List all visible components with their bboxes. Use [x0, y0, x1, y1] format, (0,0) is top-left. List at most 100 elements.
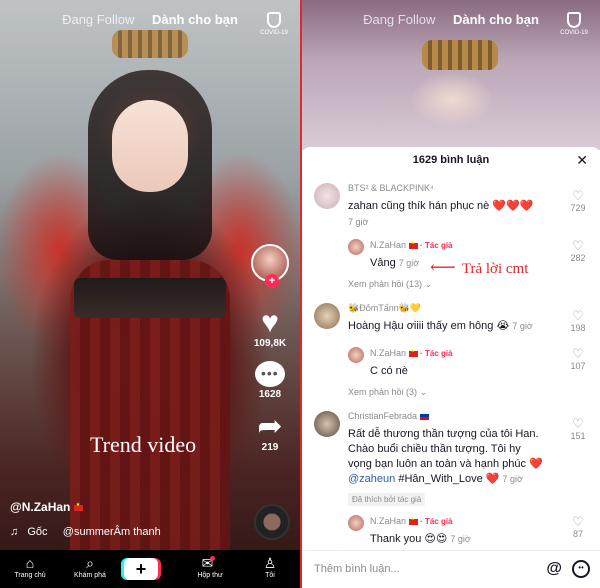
- music-note-icon: ♫: [10, 526, 19, 538]
- comment-username-text: ChristianFebrada: [348, 411, 418, 421]
- reply-like[interactable]: ♡ 87: [566, 514, 590, 540]
- comment-username[interactable]: 🐝ĐỏmTấnn🐝💛: [348, 303, 421, 314]
- reply-username[interactable]: N.ZaHan · Tác giả: [370, 348, 453, 358]
- vietnam-flag-icon: [408, 516, 418, 525]
- view-replies-text: Xem phản hồi (3): [348, 387, 418, 397]
- comments-title: 1629 bình luận: [412, 154, 490, 166]
- heart-outline-icon: ♡: [572, 514, 584, 529]
- view-replies-link[interactable]: Xem phản hồi (13) ⌄: [348, 279, 432, 290]
- comment-username[interactable]: BTS² & BLACKPINK⁴: [348, 183, 434, 193]
- covid-button[interactable]: COVID-19: [558, 12, 590, 36]
- comment-like[interactable]: ♡ 729: [566, 188, 590, 214]
- overlay-caption: Trend video: [90, 432, 197, 457]
- emoji-icon[interactable]: ••: [572, 560, 590, 578]
- heart-outline-icon: ♡: [572, 346, 584, 361]
- covid-label: COVID-19: [260, 30, 288, 36]
- video-feed-pane[interactable]: Đang Follow Dành cho bạn COVID-19 + ♥ 10…: [0, 0, 300, 588]
- reply-time: 7 giờ: [450, 534, 471, 544]
- comment-time: 7 giờ: [502, 474, 523, 484]
- nav-create[interactable]: +: [124, 554, 176, 580]
- author-tag: · Tác giả: [420, 349, 453, 358]
- nav-profile[interactable]: ♙ Tôi: [244, 554, 296, 579]
- avatar[interactable]: [348, 239, 364, 255]
- comment-like[interactable]: ♡ 151: [566, 417, 590, 442]
- reply-text: Thank you 😍😍 7 giờ: [370, 532, 471, 547]
- comment-line: vọng bạn luôn an toàn và hạnh phúc ❤️: [348, 458, 543, 470]
- heart-outline-icon: ♡: [572, 188, 584, 203]
- music-line[interactable]: ♫ Gốc @summerÂm thanh: [10, 526, 161, 538]
- notification-dot: [210, 556, 216, 561]
- comment-time: 7 giờ: [512, 321, 533, 331]
- video-crown-art: [422, 40, 498, 70]
- nav-profile-label: Tôi: [265, 572, 275, 579]
- comment-line: @zaheun #Hân_With_Love ❤️ 7 giờ: [348, 472, 558, 487]
- covid-button[interactable]: COVID-19: [258, 12, 290, 36]
- search-icon: ⌕: [86, 555, 94, 571]
- reply-text-body: Thank you 😍😍: [370, 533, 448, 545]
- video-crown-art: [112, 30, 188, 58]
- reply-username-text: N.ZaHan: [370, 240, 407, 250]
- comment-like-count: 151: [570, 431, 586, 441]
- nav-discover-label: Khám phá: [74, 572, 106, 579]
- music-source: Gốc: [27, 526, 48, 538]
- author-tag: · Tác giả: [420, 517, 453, 526]
- reply-like[interactable]: ♡ 107: [566, 346, 590, 372]
- nav-home[interactable]: ⌂ Trang chủ: [4, 554, 56, 579]
- feed-tabs: Đang Follow Dành cho bạn: [0, 12, 300, 27]
- creator-avatar[interactable]: +: [251, 244, 289, 288]
- reply-like-count: 282: [570, 253, 586, 263]
- video-author[interactable]: @N.ZaHan: [10, 500, 83, 514]
- vietnam-flag-icon: [73, 502, 83, 511]
- tab-for-you[interactable]: Dành cho bạn: [453, 12, 539, 27]
- reply-username-text: N.ZaHan: [370, 348, 407, 358]
- follow-plus-icon[interactable]: +: [265, 274, 279, 288]
- author-tag: · Tác giả: [420, 241, 453, 250]
- comment-icon[interactable]: •••: [255, 361, 285, 387]
- comment-input[interactable]: Thêm bình luận...: [314, 563, 400, 575]
- author-handle: @N.ZaHan: [10, 500, 71, 514]
- reply-text-body: Vâng: [370, 257, 396, 269]
- music-track: @summerÂm thanh: [62, 526, 161, 538]
- feed-tabs: Đang Follow Dành cho bạn: [302, 12, 600, 27]
- side-actions: + ♥ 109,8K ••• 1628 ➦ 219: [248, 244, 292, 465]
- comment-line: Chào buổi chiều thần tượng. Tôi hy: [348, 443, 521, 455]
- avatar[interactable]: [314, 183, 340, 209]
- video-face-art: [112, 100, 188, 192]
- reply-username[interactable]: N.ZaHan · Tác giả: [370, 240, 453, 250]
- comment-count: 1628: [258, 389, 282, 400]
- heart-outline-icon: ♡: [572, 308, 584, 323]
- reply-like[interactable]: ♡ 282: [566, 238, 590, 264]
- mention-link[interactable]: @zaheun: [348, 473, 395, 485]
- view-replies-link[interactable]: Xem phản hồi (3) ⌄: [348, 387, 427, 398]
- shield-icon: [267, 12, 281, 28]
- close-icon[interactable]: ✕: [576, 147, 588, 173]
- nav-inbox[interactable]: ✉ Hộp thư: [184, 554, 236, 579]
- reply-username[interactable]: N.ZaHan · Tác giả: [370, 516, 453, 526]
- share-icon[interactable]: ➦: [248, 412, 292, 442]
- share-count: 219: [261, 442, 279, 453]
- vietnam-flag-icon: [408, 240, 418, 249]
- comment-username[interactable]: ChristianFebrada: [348, 411, 429, 421]
- comment-like[interactable]: ♡ 198: [566, 308, 590, 334]
- avatar[interactable]: [348, 515, 364, 531]
- comment-like-count: 729: [570, 203, 586, 213]
- avatar[interactable]: [314, 411, 340, 437]
- philippines-flag-icon: [419, 413, 429, 420]
- comment-input-bar: Thêm bình luận... @ ••: [302, 550, 600, 588]
- hashtag[interactable]: #Hân_With_Love ❤️: [398, 473, 499, 485]
- screenshot-root: Đang Follow Dành cho bạn COVID-19 + ♥ 10…: [0, 0, 600, 588]
- tab-following[interactable]: Đang Follow: [62, 12, 134, 27]
- home-icon: ⌂: [25, 555, 35, 571]
- avatar[interactable]: [348, 347, 364, 363]
- avatar[interactable]: [314, 303, 340, 329]
- tab-for-you[interactable]: Dành cho bạn: [152, 12, 238, 27]
- nav-discover[interactable]: ⌕ Khám phá: [64, 554, 116, 579]
- vietnam-flag-icon: [408, 348, 418, 357]
- heart-icon[interactable]: ♥: [248, 308, 292, 338]
- mention-icon[interactable]: @: [546, 560, 562, 578]
- shield-icon: [567, 12, 581, 28]
- tab-following[interactable]: Đang Follow: [363, 12, 435, 27]
- music-disc-icon[interactable]: [254, 504, 290, 540]
- like-count: 109,8K: [253, 338, 287, 349]
- heart-outline-icon: ♡: [572, 238, 584, 253]
